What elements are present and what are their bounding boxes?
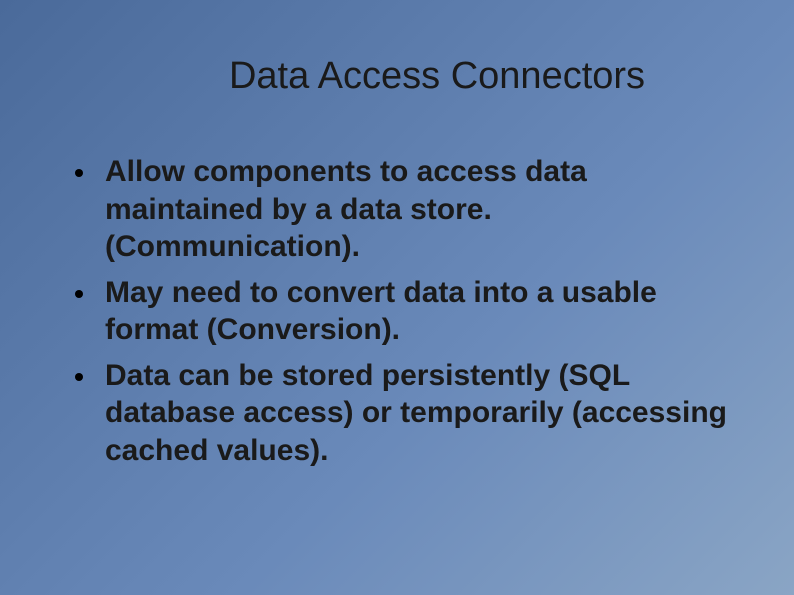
bullet-text: Allow components to access data maintain…: [105, 153, 729, 266]
bullet-icon: [75, 290, 83, 298]
slide-container: Data Access Connectors Allow components …: [0, 0, 794, 595]
bullet-text: Data can be stored persistently (SQL dat…: [105, 357, 729, 470]
bullet-item: May need to convert data into a usable f…: [75, 274, 729, 349]
slide-content: Allow components to access data maintain…: [55, 153, 739, 469]
bullet-item: Data can be stored persistently (SQL dat…: [75, 357, 729, 470]
bullet-text: May need to convert data into a usable f…: [105, 274, 729, 349]
bullet-item: Allow components to access data maintain…: [75, 153, 729, 266]
slide-title: Data Access Connectors: [135, 55, 739, 98]
bullet-icon: [75, 169, 83, 177]
bullet-icon: [75, 373, 83, 381]
